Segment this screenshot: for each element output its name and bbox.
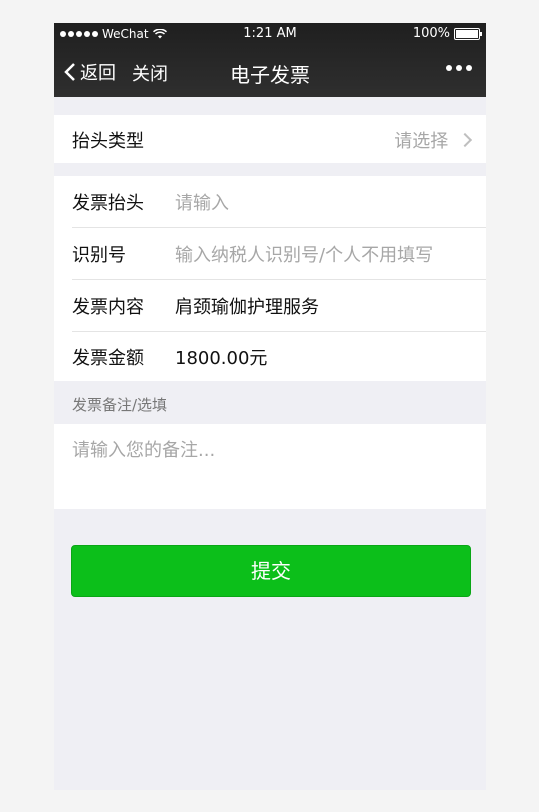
submit-button[interactable]: 提交 [71, 545, 471, 597]
battery-percent: 100% [412, 26, 450, 41]
content-label: 发票内容 [72, 297, 144, 318]
battery-icon [454, 27, 482, 40]
header-type-value: 请选择 [394, 131, 449, 152]
invoice-header-input[interactable]: 请输入 [175, 189, 229, 215]
more-menu-button[interactable] [446, 65, 472, 71]
page-title: 电子发票 [230, 63, 310, 87]
remark-field[interactable]: 请输入您的备注... [54, 424, 486, 509]
invoice-header-label: 发票抬头 [72, 193, 144, 214]
battery-group: 100% [412, 26, 482, 41]
status-bar: WeChat 1:21 AM 100% [54, 23, 486, 45]
invoice-header-field[interactable]: 发票抬头 请输入 [54, 176, 486, 227]
content-field: 发票内容 肩颈瑜伽护理服务 [54, 280, 486, 331]
header-type-select[interactable]: 请选择 [394, 127, 473, 153]
tax-id-input[interactable]: 输入纳税人识别号/个人不用填写 [175, 241, 433, 267]
amount-field: 发票金额 1800.00元 [54, 332, 486, 381]
header-type-label: 抬头类型 [72, 131, 144, 152]
remark-textarea[interactable]: 请输入您的备注... [72, 436, 215, 462]
amount-value: 1800.00元 [175, 348, 268, 369]
more-dots-icon [446, 65, 452, 71]
phone-screen: WeChat 1:21 AM 100% 返回 关闭 电子发票 抬头类型 请选择 … [54, 23, 486, 790]
amount-label: 发票金额 [72, 348, 144, 369]
chevron-right-icon [457, 132, 473, 148]
invoice-fields: 发票抬头 请输入 识别号 输入纳税人识别号/个人不用填写 发票内容 肩颈瑜伽护理… [54, 176, 486, 381]
nav-bar: 返回 关闭 电子发票 [54, 49, 486, 95]
tax-id-field[interactable]: 识别号 输入纳税人识别号/个人不用填写 [54, 228, 486, 279]
top-bar: WeChat 1:21 AM 100% 返回 关闭 电子发票 [54, 23, 486, 97]
tax-id-label: 识别号 [72, 245, 126, 266]
content-value: 肩颈瑜伽护理服务 [175, 297, 319, 318]
remark-section-label: 发票备注/选填 [72, 396, 168, 414]
header-type-row[interactable]: 抬头类型 请选择 [54, 115, 486, 163]
